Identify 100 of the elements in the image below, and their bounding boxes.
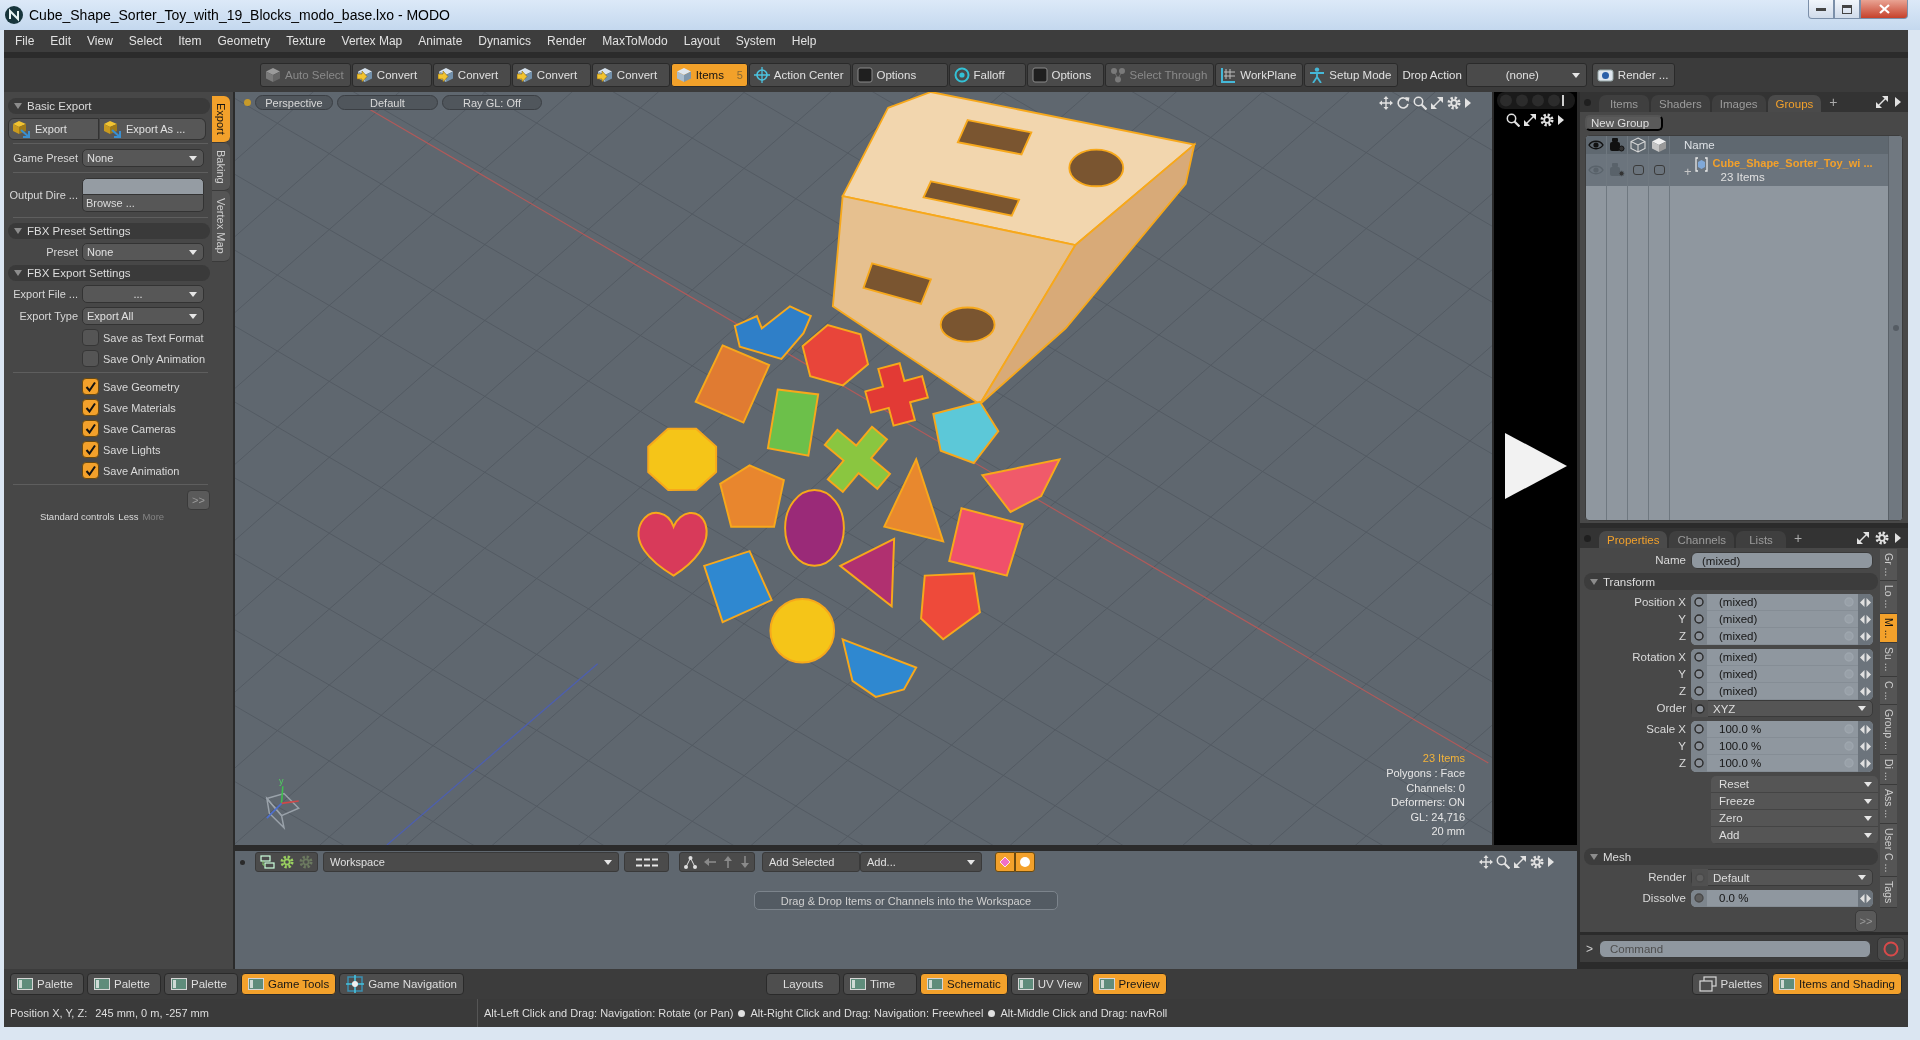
spin-arrows-icon[interactable]	[1860, 597, 1871, 607]
layout-button[interactable]: UV View	[1010, 973, 1089, 995]
export-button[interactable]: Export	[8, 118, 99, 140]
checkbox[interactable]	[82, 329, 99, 346]
export-button[interactable]: Export As ...	[99, 118, 206, 140]
settings-icon[interactable]	[1540, 113, 1554, 127]
name-field[interactable]: (mixed)	[1691, 552, 1873, 569]
dropdown[interactable]: None	[82, 243, 204, 261]
toolbar-button[interactable]: Falloff	[948, 63, 1026, 87]
value-field[interactable]: 100.0 %	[1691, 721, 1873, 738]
section-header[interactable]: Transform	[1584, 573, 1878, 590]
camera-icon[interactable]	[1609, 137, 1625, 153]
toggle-button[interactable]	[995, 852, 1015, 872]
panel-tab[interactable]: Channels	[1669, 531, 1734, 548]
layout-button[interactable]: Layouts	[766, 973, 840, 995]
zoom-icon[interactable]	[1506, 113, 1520, 127]
vertical-tab[interactable]: M ...	[1880, 613, 1897, 644]
channel-dot-icon[interactable]	[1695, 703, 1705, 714]
menu-item[interactable]: System	[727, 34, 784, 48]
arrow-up-icon[interactable]	[723, 856, 733, 868]
3d-viewport[interactable]: Perspective Default Ray GL: Off y 23 Items Polygons : Face Channels: 0 Deformers: ON GL: 24,716 20 mm	[235, 92, 1492, 845]
drop-action-dropdown[interactable]: (none)	[1465, 63, 1587, 87]
value-field[interactable]: 0.0 %	[1691, 890, 1873, 907]
dropdown[interactable]: Default	[1691, 869, 1873, 886]
scrollbar[interactable]	[1888, 136, 1902, 520]
menu-item[interactable]: Help	[783, 34, 825, 48]
menu-item[interactable]: Edit	[42, 34, 80, 48]
cube-icon[interactable]	[1651, 137, 1667, 153]
layout-button[interactable]: Palette	[10, 973, 84, 995]
panel-tab[interactable]: Groups	[1767, 95, 1822, 112]
add-node-icon[interactable]	[260, 855, 275, 869]
toolbar-button[interactable]: Convert	[432, 63, 511, 87]
collapse-triangle-icon[interactable]	[1590, 852, 1598, 861]
dot-icon[interactable]	[240, 859, 245, 865]
value-field[interactable]: (mixed)	[1691, 611, 1873, 628]
value-field[interactable]: 100.0 %	[1691, 755, 1873, 772]
menu-item[interactable]: Dynamics	[470, 34, 539, 48]
channel-dot-icon[interactable]	[1694, 724, 1704, 734]
layout-button[interactable]: Palettes	[1691, 973, 1770, 995]
channel-dot-icon[interactable]	[1694, 652, 1704, 662]
menu-item[interactable]: View	[79, 34, 121, 48]
layout-button[interactable]: Game Tools	[241, 973, 337, 995]
menu-item[interactable]: Layout	[675, 34, 728, 48]
layout-button[interactable]: Schematic	[920, 973, 1008, 995]
menu-arrow-icon[interactable]	[1557, 114, 1565, 126]
gear-icon[interactable]	[280, 855, 294, 869]
menu-dropdown[interactable]: Add	[1711, 827, 1878, 844]
minimize-button[interactable]	[1808, 0, 1834, 19]
play-icon[interactable]	[1504, 433, 1567, 499]
layout-button[interactable]: Preview	[1091, 973, 1167, 995]
spin-arrows-icon[interactable]	[1860, 758, 1871, 768]
layout-button[interactable]: Game Navigation	[339, 973, 464, 995]
channel-dot-icon[interactable]	[1694, 758, 1704, 768]
checkbox[interactable]	[82, 378, 99, 395]
checkbox[interactable]	[82, 399, 99, 416]
channel-dot-icon[interactable]	[1694, 614, 1704, 624]
settings-icon[interactable]	[1875, 531, 1889, 545]
dropdown[interactable]: XYZ	[1691, 700, 1873, 717]
vertical-tab[interactable]: Baking	[212, 142, 230, 192]
value-field[interactable]: (mixed)	[1691, 683, 1873, 700]
maximize-icon[interactable]	[1523, 113, 1537, 127]
arrow-left-icon[interactable]	[704, 857, 716, 867]
collapse-triangle-icon[interactable]	[14, 269, 22, 277]
dropdown[interactable]: Export All	[82, 307, 204, 325]
section-header[interactable]: FBX Preset Settings	[8, 223, 210, 239]
wireframe-cube-icon[interactable]	[1630, 137, 1646, 153]
layout-button[interactable]: Items and Shading	[1772, 973, 1902, 995]
section-header[interactable]: FBX Export Settings	[8, 265, 210, 281]
panel-tab[interactable]: Shaders	[1651, 95, 1710, 112]
viewport-option-button[interactable]: Perspective	[255, 95, 333, 110]
add-tab-button[interactable]: +	[1788, 530, 1809, 546]
group-row[interactable]: + Cube_Shape_Sorter_Toy_wi ... 23 Items	[1586, 154, 1888, 186]
spin-arrows-icon[interactable]	[1860, 652, 1871, 662]
toolbar-button[interactable]: Convert	[351, 63, 432, 87]
schematic-workspace[interactable]: Workspace Add Selected Add... Drag & Drop Items or Channels into the Workspace	[235, 851, 1577, 969]
value-field[interactable]: 100.0 %	[1691, 738, 1873, 755]
menu-item[interactable]: Texture	[278, 34, 334, 48]
menu-dropdown[interactable]: Freeze	[1711, 793, 1878, 810]
maximize-button[interactable]	[1834, 0, 1860, 19]
channel-dot-icon[interactable]	[1694, 669, 1704, 679]
toolbar-button[interactable]: Convert	[591, 63, 670, 87]
layout-button[interactable]: Time	[843, 973, 917, 995]
panel-tab[interactable]: Lists	[1736, 531, 1786, 548]
menu-item[interactable]: MaxToModo	[594, 34, 676, 48]
add-tab-button[interactable]: +	[1823, 94, 1844, 110]
vertical-tab[interactable]: User C ...	[1880, 823, 1897, 877]
collapse-triangle-icon[interactable]	[14, 102, 22, 110]
spin-arrows-icon[interactable]	[1860, 893, 1871, 903]
toolbar-button[interactable]: WorkPlane	[1215, 63, 1304, 87]
value-field[interactable]: (mixed)	[1691, 594, 1873, 611]
value-field[interactable]: (mixed)	[1691, 649, 1873, 666]
vertical-tab[interactable]: Lo ...	[1880, 581, 1897, 614]
menu-item[interactable]: Vertex Map	[333, 34, 411, 48]
channel-dot-icon[interactable]	[1694, 631, 1704, 641]
add-selected-button[interactable]: Add Selected	[762, 852, 860, 872]
menu-item[interactable]: Item	[170, 34, 210, 48]
layout-button[interactable]	[624, 852, 669, 872]
collapse-triangle-icon[interactable]	[1590, 577, 1598, 586]
menu-item[interactable]: Geometry	[209, 34, 279, 48]
panel-tab[interactable]: Properties	[1599, 531, 1668, 548]
